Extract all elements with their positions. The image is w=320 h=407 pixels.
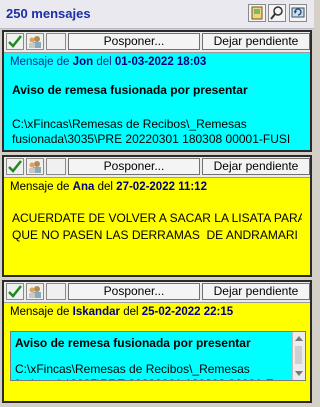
- users-icon: [29, 161, 41, 173]
- message-sender: Jon: [72, 56, 94, 68]
- users-icon: [29, 36, 41, 48]
- message-header: Mensaje de Jon del 01-03-2022 18:03: [4, 53, 310, 75]
- check-icon: [8, 160, 22, 173]
- message-card: Posponer... Dejar pendiente Mensaje de I…: [2, 280, 312, 403]
- scroll-down-icon[interactable]: [295, 371, 303, 376]
- message-sender: Ana: [72, 181, 95, 193]
- users-button[interactable]: [26, 33, 44, 50]
- window-header: 250 mensajes: [0, 0, 314, 29]
- blank-button[interactable]: [46, 158, 66, 175]
- message-subject: Aviso de remesa fusionada por presentar: [15, 336, 251, 350]
- message-body: ACUERDATE DE VOLVER A SACAR LA LISATA PA…: [4, 210, 310, 244]
- posponer-button[interactable]: Posponer...: [68, 33, 200, 50]
- users-icon: [29, 286, 41, 298]
- users-button[interactable]: [26, 283, 44, 300]
- header-prefix: Mensaje de: [10, 306, 70, 318]
- message-header: Mensaje de Iskandar del 25-02-2022 22:15: [4, 303, 310, 325]
- refresh-button[interactable]: [289, 4, 307, 22]
- message-subject: Aviso de remesa fusionada por presentar: [12, 83, 248, 97]
- message-text: C:\xFincas\Remesas de Recibos\_Remesas f…: [12, 117, 291, 146]
- card-icon: [251, 6, 263, 20]
- header-prefix: Mensaje de: [10, 181, 70, 193]
- check-button[interactable]: [6, 33, 24, 50]
- scroll-up-icon[interactable]: [295, 336, 303, 341]
- message-toolbar: Posponer... Dejar pendiente: [4, 282, 310, 303]
- blank-button[interactable]: [46, 283, 66, 300]
- message-body: Aviso de remesa fusionada por presentar …: [4, 83, 310, 147]
- search-icon: [270, 6, 283, 20]
- scrollbar[interactable]: [292, 332, 305, 380]
- message-header: Mensaje de Ana del 27-02-2022 11:12: [4, 178, 310, 200]
- message-body: Aviso de remesa fusionada por presentar …: [4, 325, 310, 407]
- message-date: 27-02-2022 11:12: [116, 181, 207, 193]
- card-icon-button[interactable]: [248, 4, 266, 22]
- dejar-pendiente-button[interactable]: Dejar pendiente: [202, 283, 310, 300]
- check-icon: [8, 35, 22, 48]
- dejar-pendiente-button[interactable]: Dejar pendiente: [202, 158, 310, 175]
- scroll-thumb[interactable]: [295, 346, 302, 364]
- check-button[interactable]: [6, 158, 24, 175]
- message-toolbar: Posponer... Dejar pendiente: [4, 157, 310, 178]
- message-card: Posponer... Dejar pendiente Mensaje de J…: [2, 30, 312, 152]
- message-date: 25-02-2022 22:15: [141, 306, 234, 318]
- search-button[interactable]: [268, 4, 286, 22]
- refresh-icon: [291, 7, 305, 18]
- users-button[interactable]: [26, 158, 44, 175]
- posponer-button[interactable]: Posponer...: [68, 283, 200, 300]
- header-date-prefix: del: [96, 56, 112, 68]
- message-sender: Iskandar: [72, 306, 120, 318]
- check-button[interactable]: [6, 283, 24, 300]
- header-date-prefix: del: [123, 306, 139, 318]
- message-date: 01-03-2022 18:03: [114, 56, 207, 68]
- header-prefix: Mensaje de: [10, 56, 70, 68]
- header-date-prefix: del: [97, 181, 113, 193]
- message-toolbar: Posponer... Dejar pendiente: [4, 32, 310, 53]
- message-card: Posponer... Dejar pendiente Mensaje de A…: [2, 155, 312, 277]
- dejar-pendiente-button[interactable]: Dejar pendiente: [202, 33, 310, 50]
- message-text-area[interactable]: Aviso de remesa fusionada por presentar …: [10, 331, 306, 381]
- message-text: ACUERDATE DE VOLVER A SACAR LA LISATA PA…: [12, 211, 302, 242]
- posponer-button[interactable]: Posponer...: [68, 158, 200, 175]
- window-title: 250 mensajes: [6, 6, 91, 21]
- check-icon: [8, 285, 22, 298]
- message-text: C:\xFincas\Remesas de Recibos\_Remesas f…: [15, 362, 273, 380]
- blank-button[interactable]: [46, 33, 66, 50]
